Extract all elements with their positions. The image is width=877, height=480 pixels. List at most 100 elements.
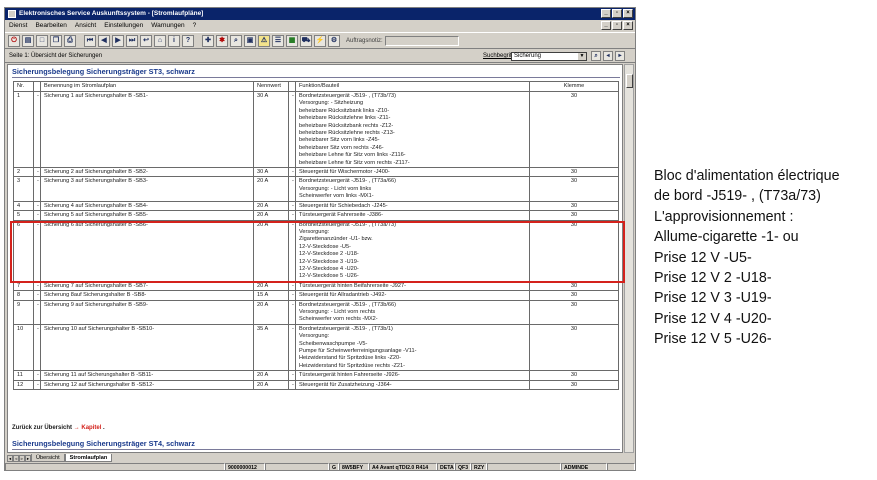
- function-line: Pumpe für Scheinwerferreinigungsanlage -…: [299, 348, 417, 354]
- cell-nennwert: 20 A: [253, 200, 289, 212]
- cell-benennung: Sicherung 11 auf Sicherungshalter B -SB1…: [40, 370, 254, 381]
- auftrag-input[interactable]: [384, 35, 459, 46]
- cell-funktion: Türsteuergerät Fahrerseite -J386-: [295, 210, 530, 221]
- chevron-down-icon[interactable]: ▼: [578, 53, 586, 60]
- cell-funktion: Bordnetzsteuergerät -J519- , (T73b/73) Ve…: [295, 90, 530, 169]
- cell-benennung: Sicherung 1 auf Sicherungshalter B -SB1-: [40, 90, 254, 169]
- new-document-icon[interactable]: □: [36, 34, 48, 47]
- tab-uebersicht[interactable]: Übersicht: [31, 454, 65, 462]
- first-page-icon[interactable]: ⏮: [84, 34, 96, 47]
- function-line: Türsteuergerät hinten Fahrerseite -J926-: [299, 372, 400, 379]
- note-line: Allume-cigarette -1- ou: [654, 229, 799, 246]
- table-row: 6- Sicherung 6 auf Sicherungshalter B -SB…: [13, 219, 619, 282]
- note-line: Prise 12 V 2 -U18-: [654, 270, 772, 287]
- previous-page-icon[interactable]: ◀: [98, 34, 110, 47]
- section-divider-2: [12, 449, 620, 450]
- settings-icon[interactable]: ⚙: [328, 34, 340, 47]
- doc-close-button[interactable]: ×: [623, 21, 633, 30]
- search-icon[interactable]: ⌕: [230, 34, 242, 47]
- menu-dienst[interactable]: Dienst: [9, 20, 27, 32]
- cell-klemme: 30: [529, 219, 619, 282]
- header-nennwert: Nennwert: [253, 81, 289, 92]
- find-next-icon[interactable]: ▸: [615, 51, 625, 61]
- scrollbar-thumb[interactable]: [626, 74, 633, 88]
- cell-nr: 6: [13, 219, 34, 282]
- note-line: de bord -J519- , (T73a/73): [654, 188, 821, 205]
- cell-marker2: -: [288, 290, 296, 301]
- menu-warnungen[interactable]: Warnungen: [151, 20, 184, 32]
- cell-nennwert: 20 A: [253, 299, 289, 325]
- cell-marker2: -: [288, 176, 296, 202]
- print-icon[interactable]: ⎙: [64, 34, 76, 47]
- cell-marker2: -: [288, 280, 296, 292]
- section-divider: [12, 77, 620, 78]
- component-icon[interactable]: ▣: [244, 34, 256, 47]
- doc-restore-button[interactable]: ▫: [612, 21, 622, 30]
- function-line: Steuergerät für Wischermotor -J400-: [299, 169, 390, 176]
- tab-stromlaufplan[interactable]: Stromlaufplan: [64, 454, 113, 462]
- cell-nennwert: 20 A: [253, 280, 289, 292]
- doc-minimize-button[interactable]: _: [601, 21, 611, 30]
- car-icon[interactable]: ⛟: [300, 34, 312, 47]
- close-button[interactable]: ×: [623, 9, 633, 18]
- function-line: Versorgung:: [299, 333, 330, 340]
- cell-nennwert: 30 A: [253, 90, 289, 169]
- document-icon[interactable]: ▦: [286, 34, 298, 47]
- cell-funktion: Türsteuergerät hinten Fahrerseite -J926-: [295, 370, 530, 381]
- maximize-button[interactable]: ▫: [612, 9, 622, 18]
- status-bar: 9000000012 G 8W5BFY A4 Avant qTDI2.0 R41…: [5, 463, 635, 470]
- function-line: 12-V-Steckdose 2 -U18-: [299, 251, 359, 258]
- kapitel-link[interactable]: Kapitel: [81, 425, 101, 431]
- cell-klemme: 30: [529, 200, 619, 212]
- cell-marker: -: [33, 280, 41, 292]
- cell-klemme: 30: [529, 323, 619, 372]
- cell-marker: -: [33, 219, 41, 282]
- list-icon[interactable]: ☰: [272, 34, 284, 47]
- next-page-icon[interactable]: ▶: [112, 34, 124, 47]
- function-line: beheizbare Rücksitzbank rechts -Z12-: [299, 122, 394, 129]
- function-line: Türsteuergerät Fahrerseite -J386-: [299, 212, 383, 219]
- section-title-st3: Sicherungsbelegung Sicherungsträger ST3,…: [12, 67, 195, 76]
- function-line: Steuergerät für Schiebedach -J245-: [299, 202, 388, 209]
- note-line: Bloc d'alimentation électrique: [654, 168, 840, 184]
- info-icon[interactable]: i: [168, 34, 180, 47]
- exit-icon[interactable]: ⏻: [8, 34, 20, 47]
- cell-benennung: Sicherung 6 auf Sicherungshalter B -SB6-: [40, 219, 254, 282]
- function-line: beheizbarer Sitz vorn links -Z45-: [299, 137, 380, 144]
- cell-marker: -: [33, 290, 41, 301]
- menu-ansicht[interactable]: Ansicht: [75, 20, 96, 32]
- document-view[interactable]: Sicherungsbelegung Sicherungsträger ST3,…: [7, 64, 623, 453]
- header-marker2: [288, 81, 296, 92]
- open-icon[interactable]: ▤: [22, 34, 34, 47]
- header-nr: Nr.: [13, 81, 34, 92]
- tools-icon[interactable]: ✚: [202, 34, 214, 47]
- menu-einstellungen[interactable]: Einstellungen: [104, 20, 143, 32]
- help-icon[interactable]: ?: [182, 34, 194, 47]
- function-line: 12-V-Steckdose 4 -U20-: [299, 265, 359, 272]
- function-line: beheizbarer Sitz vorn rechts -Z46-: [299, 144, 384, 151]
- back-link[interactable]: Zurück zur Übersicht → Kapitel .: [12, 425, 105, 431]
- status-g: G: [329, 463, 339, 470]
- cell-benennung: Sicherung 2 auf Sicherungshalter B -SB2-: [40, 167, 254, 178]
- fuse-table: Nr. Benennung im Stromlaufplan Nennwert …: [13, 81, 619, 391]
- cell-funktion: Türsteuergerät hinten Beifahrerseite -J9…: [295, 280, 530, 292]
- table-row: 2- Sicherung 2 auf Sicherungshalter B -SB…: [13, 167, 619, 178]
- search-select[interactable]: Sicherung ▼: [511, 52, 587, 61]
- back-icon[interactable]: ↩: [140, 34, 152, 47]
- menu-help[interactable]: ?: [193, 20, 197, 32]
- cell-nennwert: 20 A: [253, 379, 289, 391]
- menu-bearbeiten[interactable]: Bearbeiten: [35, 20, 66, 32]
- binoculars-icon[interactable]: ⌕: [591, 51, 601, 61]
- wiring-icon[interactable]: ⚡: [314, 34, 326, 47]
- function-line: beheizbare Rücksitzbank links -Z10-: [299, 107, 390, 114]
- vertical-scrollbar[interactable]: [624, 64, 634, 453]
- minimize-button[interactable]: _: [601, 9, 611, 18]
- copy-icon[interactable]: ❐: [50, 34, 62, 47]
- home-icon[interactable]: ⌂: [154, 34, 166, 47]
- diagnosis-icon[interactable]: ✱: [216, 34, 228, 47]
- last-page-icon[interactable]: ⏭: [126, 34, 138, 47]
- find-previous-icon[interactable]: ◂: [603, 51, 613, 61]
- cell-marker2: -: [288, 167, 296, 178]
- search-select-value: Sicherung: [514, 53, 542, 59]
- warning-icon[interactable]: ⚠: [258, 34, 270, 47]
